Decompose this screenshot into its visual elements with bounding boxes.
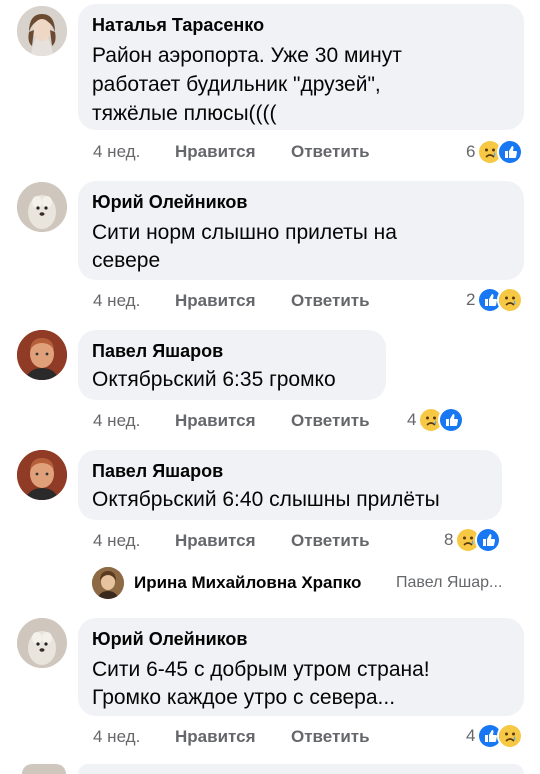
comment-time[interactable]: 4 нед. [93, 409, 140, 433]
comment-bubble: Наталья Тарасенко Район аэропорта. Уже 3… [78, 4, 524, 130]
comment-text: Октябрьский 6:40 слышны прилёты [92, 488, 440, 511]
comment-author[interactable]: Юрий Олейников [92, 191, 510, 213]
like-button[interactable]: Нравится [175, 529, 256, 553]
reaction-summary[interactable]: 6 [466, 139, 524, 165]
comment-bubble: Павел Яшаров Октябрьский 6:40 слышны при… [78, 450, 502, 520]
like-button[interactable]: Нравится [175, 140, 256, 164]
reaction-count: 2 [466, 290, 476, 309]
reply-preview[interactable]: Ирина Михайловна Храпко Павел Яшар... [92, 567, 532, 601]
comment-author[interactable]: Юрий Олейников [92, 628, 510, 650]
like-icon [438, 407, 465, 433]
avatar[interactable] [17, 182, 67, 232]
comment-bubble: Юрий Олейников Сити норм слышно прилеты … [78, 181, 524, 280]
avatar[interactable] [17, 450, 67, 500]
comment-bubble: Павел Яшаров Октябрьский 6:35 громко [78, 330, 386, 400]
reply-text-preview: Павел Яшар... [396, 574, 503, 591]
reaction-summary[interactable]: 4 [466, 723, 524, 749]
comment-bubble: Юрий Олейников Сити 6-45 с добрым утром … [78, 618, 524, 716]
comment-text: Район аэропорта. Уже 30 минут работает б… [92, 44, 402, 125]
reaction-summary[interactable]: 4 [407, 407, 465, 433]
reply-button[interactable]: Ответить [291, 725, 370, 749]
comment-time[interactable]: 4 нед. [93, 725, 140, 749]
reply-button[interactable]: Ответить [291, 409, 370, 433]
like-icon [475, 527, 502, 553]
comment-author[interactable]: Наталья Тарасенко [92, 14, 510, 36]
comment-actions: 4 нед. Нравится Ответить [93, 529, 393, 553]
comment-actions: 4 нед. Нравится Ответить [93, 140, 393, 164]
comment-actions: 4 нед. Нравится Ответить [93, 289, 393, 313]
like-button[interactable]: Нравится [175, 289, 256, 313]
comment-text: Сити 6-45 с добрым утром страна! Громко … [92, 658, 430, 709]
comment-text: Сити норм слышно прилеты на севере [92, 221, 397, 272]
comment-author[interactable]: Павел Яшаров [92, 340, 372, 362]
avatar[interactable] [17, 618, 67, 668]
reaction-count: 6 [466, 142, 476, 161]
comment-text: Октябрьский 6:35 громко [92, 368, 336, 391]
comment-actions: 4 нед. Нравится Ответить [93, 409, 393, 433]
comment-author[interactable]: Павел Яшаров [92, 460, 488, 482]
reply-author[interactable]: Ирина Михайловна Храпко [134, 573, 361, 593]
reply-button[interactable]: Ответить [291, 140, 370, 164]
reaction-count: 4 [466, 726, 476, 745]
avatar[interactable] [17, 330, 67, 380]
avatar[interactable] [92, 567, 124, 599]
reaction-count: 8 [444, 530, 454, 549]
comment-actions: 4 нед. Нравится Ответить [93, 725, 393, 749]
like-button[interactable]: Нравится [175, 725, 256, 749]
reply-button[interactable]: Ответить [291, 529, 370, 553]
sad-icon [497, 287, 524, 313]
reaction-summary[interactable]: 8 [444, 527, 502, 553]
like-icon [497, 139, 524, 165]
comment-time[interactable]: 4 нед. [93, 140, 140, 164]
avatar[interactable] [17, 6, 67, 56]
reaction-summary[interactable]: 2 [466, 287, 524, 313]
comment-time[interactable]: 4 нед. [93, 289, 140, 313]
reply-button[interactable]: Ответить [291, 289, 370, 313]
reaction-count: 4 [407, 410, 417, 429]
like-button[interactable]: Нравится [175, 409, 256, 433]
next-comment-partial [0, 762, 540, 774]
comment-time[interactable]: 4 нед. [93, 529, 140, 553]
sad-icon [497, 723, 524, 749]
